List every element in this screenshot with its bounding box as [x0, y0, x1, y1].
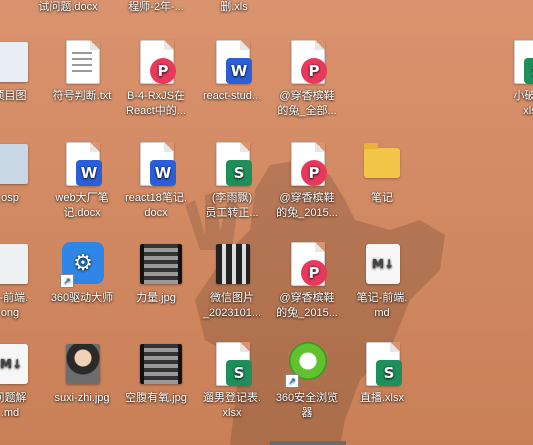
file-label: react18笔记. docx [125, 192, 187, 219]
file-label: 小破书 xls [513, 90, 533, 117]
desktop-icon-jpg[interactable]: 微信图片 _2023101... [194, 242, 270, 321]
desktop-icon-app[interactable]: ↗ 360安全浏览 器 [269, 342, 345, 421]
image-thumbnail [216, 244, 250, 284]
desktop-icon-file[interactable]: 删.xls [196, 0, 272, 15]
desktop-icon-xlsx[interactable]: S 遛男登记表. xlsx [194, 342, 270, 421]
desktop-icon-xlsx[interactable]: S (李雨飘) 员工转正... [194, 142, 270, 221]
file-label: 试问题.docx [38, 1, 98, 13]
file-label: @穿香槟鞋 的兔_全部... [277, 90, 337, 117]
folder-icon [364, 143, 400, 178]
desktop-icon-md[interactable]: M↓ 笔记-前端. md [344, 242, 420, 321]
desktop-icon-image[interactable]: osp [0, 142, 48, 206]
file-label: B-4-RxJS在 React中的... [126, 90, 186, 117]
file-label: web大厂笔 记.docx [55, 192, 109, 219]
image-thumbnail [0, 42, 28, 82]
desktop-icon-xlsx[interactable]: S 直播.xlsx [344, 342, 420, 406]
image-thumbnail [0, 144, 28, 184]
desktop-icon-pdf[interactable]: P @穿香槟鞋 的兔_全部... [269, 40, 345, 119]
desktop-icon-pdf[interactable]: P @穿香槟鞋 的兔_2015... [269, 142, 345, 221]
file-label: @穿香槟鞋 的兔_2015... [276, 292, 338, 319]
file-label: 项目图 [0, 90, 27, 102]
file-label: 力量.jpg [136, 292, 176, 304]
file-label: 遛男登记表. xlsx [202, 392, 262, 419]
file-label: 空腹有氧.jpg [125, 392, 187, 404]
image-thumbnail [66, 344, 100, 384]
desktop-icon-image[interactable]: P-前端. ong [0, 242, 48, 321]
desktop-icon-md[interactable]: M↓ 问题解 .md [0, 342, 48, 421]
image-thumbnail [0, 244, 28, 284]
file-label: 直播.xlsx [360, 392, 404, 404]
desktop-icon-docx[interactable]: W react18笔记. docx [118, 142, 194, 221]
shortcut-arrow-icon: ↗ [60, 274, 74, 288]
file-label: 笔记 [371, 192, 393, 204]
file-label: osp [1, 192, 19, 204]
file-label: 微信图片 _2023101... [202, 292, 262, 319]
desktop-icon-docx[interactable]: W web大厂笔 记.docx [44, 142, 120, 221]
desktop-icon-folder[interactable]: 笔记 [344, 142, 420, 206]
file-label: 删.xls [220, 1, 248, 13]
file-label: react-stud... [202, 90, 262, 102]
desktop-icon-txt[interactable]: 符号判断.txt [44, 40, 120, 104]
file-label: P-前端. ong [0, 292, 29, 319]
desktop-icon-jpg[interactable]: 空腹有氧.jpg [118, 342, 194, 406]
file-label: (李雨飘) 员工转正... [205, 192, 259, 219]
file-label: 笔记-前端. md [356, 292, 408, 319]
file-label: 360安全浏览 器 [275, 392, 339, 419]
taskbar-edge [270, 441, 346, 445]
desktop-icon-file[interactable]: 试问题.docx [30, 0, 106, 15]
markdown-icon: M↓ [366, 244, 400, 284]
image-thumbnail [140, 344, 182, 384]
file-label: 程师-2年-... [128, 1, 184, 13]
desktop-icon-xls[interactable]: S 小破书 xls [492, 40, 533, 119]
image-thumbnail [140, 244, 182, 284]
desktop-icon-app[interactable]: ⚙ ↗ 360驱动大师 [44, 242, 120, 306]
desktop-icon-pdf[interactable]: P @穿香槟鞋 的兔_2015... [269, 242, 345, 321]
desktop-icon-image[interactable]: 项目图 [0, 40, 48, 104]
desktop-icon-pdf[interactable]: P B-4-RxJS在 React中的... [118, 40, 194, 119]
desktop-icon-docx[interactable]: W react-stud... [194, 40, 270, 104]
markdown-icon: M↓ [0, 344, 28, 384]
shortcut-arrow-icon: ↗ [285, 374, 299, 388]
file-label: 问题解 .md [0, 392, 27, 419]
desktop-icon-jpg[interactable]: suxi-zhi.jpg [44, 342, 120, 406]
file-label: 360驱动大师 [50, 292, 114, 304]
file-label: 符号判断.txt [52, 90, 112, 102]
file-label: suxi-zhi.jpg [54, 392, 110, 404]
file-label: @穿香槟鞋 的兔_2015... [276, 192, 338, 219]
desktop-icon-file[interactable]: 程师-2年-... [118, 0, 194, 15]
desktop-icon-jpg[interactable]: 力量.jpg [118, 242, 194, 306]
